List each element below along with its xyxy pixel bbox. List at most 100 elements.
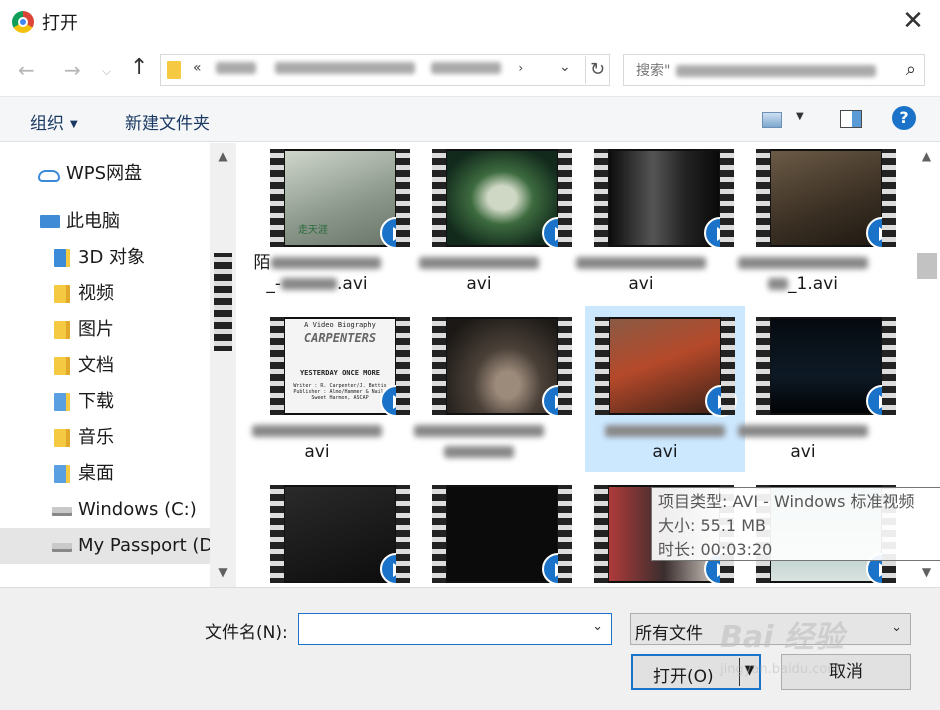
file-tile[interactable] — [399, 311, 574, 476]
view-options-caret-icon[interactable]: ▼ — [796, 111, 804, 122]
address-bar[interactable]: « › ⌄ ↻ — [160, 54, 610, 86]
folder-downloads-icon — [54, 393, 70, 411]
folder-icon — [167, 61, 181, 79]
preview-pane-icon[interactable] — [840, 110, 862, 128]
filename-input[interactable] — [303, 618, 579, 640]
folder-music-icon — [54, 429, 70, 447]
nav-item-3d-objects[interactable]: 3D 对象 — [0, 240, 210, 276]
folder-desktop-icon — [54, 465, 70, 483]
tooltip-type: 项目类型: AVI - Windows 标准视频 — [658, 492, 915, 511]
file-tile[interactable]: A Video Biography CARPENTERS YESTERDAY O… — [237, 311, 412, 476]
file-tile[interactable]: avi — [723, 311, 898, 476]
file-tile[interactable] — [399, 479, 574, 587]
video-thumbnail — [756, 317, 898, 417]
breadcrumb-segment-redacted[interactable] — [430, 62, 501, 74]
breadcrumb-overflow[interactable]: « — [193, 60, 203, 76]
address-dropdown-chevron-icon[interactable]: ⌄ — [559, 59, 571, 75]
file-tile[interactable] — [237, 479, 412, 587]
filename-label: 文件名(N): — [205, 623, 288, 643]
scroll-down-icon[interactable]: ▼ — [210, 565, 236, 579]
file-tile[interactable]: _1.avi — [723, 143, 898, 308]
video-thumbnail — [432, 485, 574, 585]
command-bar: 组织 ▼ 新建文件夹 ▼ ? — [0, 96, 940, 142]
filename-dropdown-chevron-icon[interactable]: ⌄ — [592, 619, 603, 634]
cloud-icon — [38, 170, 60, 182]
nav-item-wps-cloud[interactable]: WPS网盘 — [0, 156, 210, 192]
caret-down-icon: ▼ — [70, 118, 78, 130]
filetype-dropdown-chevron-icon[interactable]: ⌄ — [891, 620, 902, 635]
file-tile[interactable]: 走天涯 陌 _- .avi — [237, 143, 412, 308]
file-name: 陌 _- .avi — [237, 253, 397, 295]
video-thumbnail: 走天涯 — [270, 149, 412, 249]
cancel-button[interactable]: 取消 — [781, 654, 911, 690]
nav-item-windows-c[interactable]: Windows (C:) — [0, 492, 210, 528]
external-drive-icon — [52, 543, 72, 552]
title-bar: 打开 ✕ — [0, 0, 940, 44]
scroll-up-icon[interactable]: ▲ — [913, 149, 940, 163]
up-arrow-icon[interactable]: ↑ — [130, 55, 148, 80]
recent-locations-chevron-icon[interactable]: ⌵ — [102, 64, 111, 79]
dialog-footer: 文件名(N): ⌄ 所有文件 ⌄ 打开(O) ▼ 取消 — [0, 587, 940, 710]
breadcrumb-chevron-icon[interactable]: › — [518, 61, 524, 75]
nav-item-downloads[interactable]: 下载 — [0, 384, 210, 420]
back-arrow-icon[interactable]: ← — [18, 58, 35, 82]
new-folder-button[interactable]: 新建文件夹 — [125, 109, 210, 134]
navigation-pane: WPS网盘 此电脑 3D 对象 视频 图片 文档 下载 音乐 桌面 Window… — [0, 143, 236, 587]
play-badge-icon — [866, 385, 898, 417]
tooltip-duration: 时长: 00:03:20 — [658, 540, 773, 559]
file-name: _1.avi — [723, 253, 883, 295]
address-row: ← → ⌵ ↑ « › ⌄ ↻ 搜索" ⌕ — [0, 44, 940, 96]
nav-item-my-passport[interactable]: My Passport (D — [0, 528, 210, 564]
video-thumbnail — [594, 149, 736, 249]
search-icon[interactable]: ⌕ — [906, 59, 916, 80]
nav-item-documents[interactable]: 文档 — [0, 348, 210, 384]
poster-credits: Writer : R. Carpenter/J. Bettis Publishe… — [293, 383, 387, 401]
folder-video-icon — [54, 285, 70, 303]
file-name — [399, 421, 559, 463]
folder-documents-icon — [54, 357, 70, 375]
nav-scrollbar[interactable]: ▲ ▼ — [210, 143, 236, 587]
help-icon[interactable]: ? — [892, 106, 916, 130]
breadcrumb-segment-redacted[interactable] — [216, 62, 257, 74]
video-thumbnail — [595, 317, 737, 417]
close-button[interactable]: ✕ — [890, 6, 936, 38]
poster-subtitle: YESTERDAY ONCE MORE — [299, 369, 381, 377]
poster-title: CARPENTERS — [303, 331, 377, 345]
video-thumbnail — [432, 317, 574, 417]
folder-pictures-icon — [54, 321, 70, 339]
nav-item-music[interactable]: 音乐 — [0, 420, 210, 456]
scroll-thumb[interactable] — [917, 253, 937, 279]
chrome-icon — [12, 11, 34, 33]
file-name: avi — [561, 253, 721, 295]
scroll-up-icon[interactable]: ▲ — [210, 149, 236, 163]
file-tile[interactable]: avi — [561, 143, 736, 308]
open-button[interactable]: 打开(O) ▼ — [631, 654, 761, 690]
play-badge-icon — [542, 385, 574, 417]
file-tile[interactable]: avi — [399, 143, 574, 308]
file-info-tooltip: 项目类型: AVI - Windows 标准视频 大小: 55.1 MB 时长:… — [651, 487, 940, 561]
nav-item-videos[interactable]: 视频 — [0, 276, 210, 312]
nav-item-this-pc[interactable]: 此电脑 — [0, 204, 210, 240]
video-thumbnail — [270, 485, 412, 585]
nav-item-desktop[interactable]: 桌面 — [0, 456, 210, 492]
forward-arrow-icon[interactable]: → — [64, 58, 81, 82]
folder-3d-icon — [54, 249, 70, 267]
video-thumbnail: A Video Biography CARPENTERS YESTERDAY O… — [270, 317, 412, 417]
filetype-value: 所有文件 — [635, 624, 703, 644]
open-split-dropdown-icon[interactable]: ▼ — [739, 658, 759, 686]
breadcrumb[interactable]: « › — [193, 60, 524, 76]
nav-item-pictures[interactable]: 图片 — [0, 312, 210, 348]
filetype-select[interactable]: 所有文件 ⌄ — [630, 613, 911, 645]
file-tile-selected[interactable]: avi — [585, 306, 745, 472]
scroll-down-icon[interactable]: ▼ — [913, 565, 940, 579]
play-badge-icon — [866, 217, 898, 249]
view-options-icon[interactable] — [762, 112, 782, 128]
tooltip-size: 大小: 55.1 MB — [658, 516, 766, 535]
breadcrumb-segment-redacted[interactable] — [275, 62, 416, 74]
filename-combobox[interactable]: ⌄ — [298, 613, 612, 645]
file-name: avi — [399, 253, 559, 295]
refresh-icon[interactable]: ↻ — [585, 56, 609, 84]
search-box[interactable]: 搜索" ⌕ — [623, 54, 925, 86]
organize-menu[interactable]: 组织 ▼ — [30, 109, 78, 134]
scroll-thumb[interactable] — [214, 253, 232, 351]
